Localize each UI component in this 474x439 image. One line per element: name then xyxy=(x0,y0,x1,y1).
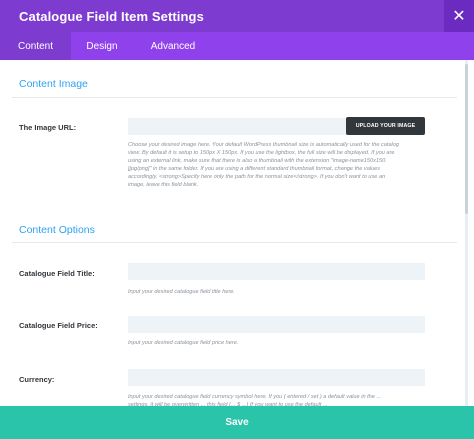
currency-input[interactable] xyxy=(128,369,425,386)
image-url-input[interactable] xyxy=(128,118,348,135)
field-price-input[interactable] xyxy=(128,316,425,333)
tab-advanced[interactable]: Advanced xyxy=(133,32,213,60)
field-title-label: Catalogue Field Title: xyxy=(19,269,95,278)
settings-panel: Content Image The Image URL: UPLOAD YOUR… xyxy=(0,60,474,406)
tab-design[interactable]: Design xyxy=(71,32,133,60)
image-url-label: The Image URL: xyxy=(19,123,77,132)
modal-title: Catalogue Field Item Settings xyxy=(19,8,204,24)
section-divider xyxy=(12,97,457,98)
save-label: Save xyxy=(225,417,249,428)
save-button[interactable]: Save xyxy=(0,406,474,439)
section-divider xyxy=(12,242,457,243)
upload-image-button[interactable]: UPLOAD YOUR IMAGE xyxy=(346,117,425,135)
section-title-content-options[interactable]: Content Options xyxy=(19,224,95,236)
section-title-content-image[interactable]: Content Image xyxy=(19,78,88,90)
modal-header: Catalogue Field Item Settings ✕ xyxy=(0,0,474,32)
tab-bar: Content Design Advanced xyxy=(0,32,474,60)
close-icon: ✕ xyxy=(452,8,466,25)
field-price-label: Catalogue Field Price: xyxy=(19,321,98,330)
field-price-description: Input your desired catalogue field price… xyxy=(128,340,239,346)
close-button[interactable]: ✕ xyxy=(444,0,474,32)
currency-description: Input your desired catalogue field curre… xyxy=(128,394,382,406)
scrollbar[interactable] xyxy=(465,60,468,406)
scrollbar-thumb[interactable] xyxy=(465,64,468,214)
image-url-description: Choose your desired image here. Your def… xyxy=(128,142,400,188)
currency-label: Currency: xyxy=(19,375,55,384)
field-title-input[interactable] xyxy=(128,263,425,280)
field-title-description: Input your desired catalogue field title… xyxy=(128,289,235,295)
tab-content[interactable]: Content xyxy=(0,32,71,60)
